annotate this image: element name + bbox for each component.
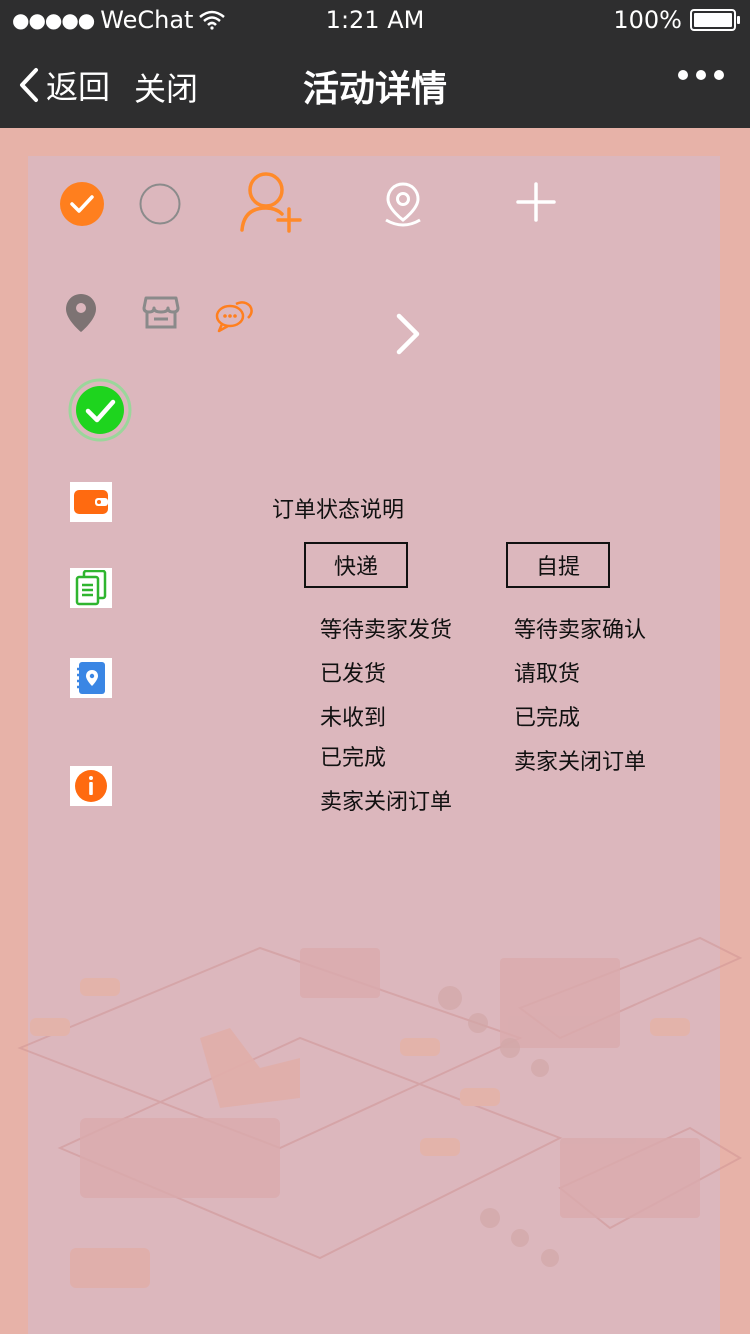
store-icon[interactable] (142, 294, 180, 334)
content-area: 订单状态说明 快递 自提 等待卖家发货 已发货 未收到 已完成 卖家关闭订单 等… (0, 128, 750, 1334)
location-pin-outline-icon[interactable] (382, 180, 424, 232)
unchecked-circle-icon[interactable] (138, 182, 182, 230)
wallet-icon[interactable] (70, 482, 112, 522)
checked-circle-icon[interactable] (60, 182, 104, 230)
chevron-right-icon[interactable] (394, 312, 422, 360)
chat-bubbles-icon[interactable] (214, 298, 254, 338)
location-pin-icon[interactable] (64, 292, 98, 338)
page-title: 活动详情 (302, 69, 447, 110)
battery-icon (690, 9, 740, 31)
success-check-icon (68, 378, 132, 446)
pickup-status-item: 请取货 (514, 662, 581, 687)
plus-icon[interactable] (516, 182, 556, 226)
express-status-item: 未收到 (320, 706, 387, 731)
battery-indicator: 100% (613, 6, 740, 34)
express-status-item: 已发货 (320, 662, 387, 687)
pickup-status-item: 卖家关闭订单 (514, 750, 647, 775)
battery-percent: 100% (613, 6, 682, 34)
address-book-icon[interactable] (70, 658, 112, 698)
add-user-icon[interactable] (238, 170, 304, 238)
express-status-item: 卖家关闭订单 (320, 790, 453, 815)
pickup-status-item: 等待卖家确认 (514, 618, 647, 643)
tab-pickup[interactable]: 自提 (506, 542, 610, 588)
order-status-title: 订单状态说明 (272, 498, 405, 523)
documents-icon[interactable] (70, 568, 112, 608)
tab-express[interactable]: 快递 (304, 542, 408, 588)
info-icon[interactable] (70, 766, 112, 806)
status-bar: ●●●●● WeChat 1:21 AM 100% (0, 0, 750, 40)
pickup-status-item: 已完成 (514, 706, 581, 731)
nav-bar: 返回 关闭 活动详情 (0, 40, 750, 128)
city-illustration (17, 936, 743, 1288)
express-status-item: 等待卖家发货 (320, 618, 453, 643)
express-status-item: 已完成 (320, 746, 387, 771)
more-menu-icon[interactable] (678, 70, 724, 80)
